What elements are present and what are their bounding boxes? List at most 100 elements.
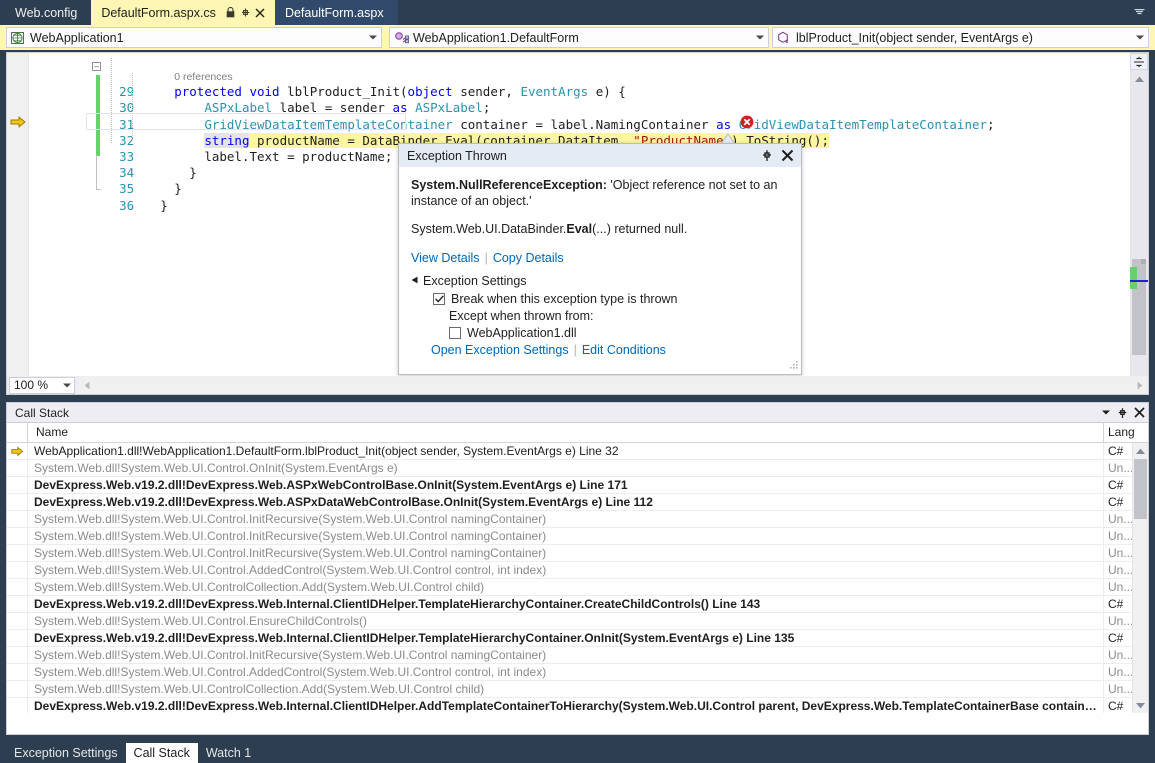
call-stack-frame-name: WebApplication1.dll!WebApplication1.Defa…	[28, 443, 1104, 459]
call-stack-row[interactable]: System.Web.dll!System.Web.UI.Control.Ini…	[7, 545, 1148, 562]
scroll-down-button[interactable]	[1133, 698, 1148, 713]
navbar-member-dropdown[interactable]: lblProduct_Init(object sender, EventArgs…	[772, 27, 1149, 48]
call-stack-row[interactable]: System.Web.dll!System.Web.UI.ControlColl…	[7, 579, 1148, 596]
document-tab-defaultform-aspx-cs[interactable]: DefaultForm.aspx.cs	[91, 0, 275, 25]
call-stack-row[interactable]: System.Web.dll!System.Web.UI.Control.Ens…	[7, 613, 1148, 630]
scrollbar-change-mark	[1130, 267, 1137, 289]
break-when-thrown-label: Break when this exception type is thrown	[451, 292, 678, 306]
chevron-down-icon[interactable]	[1132, 35, 1148, 40]
close-icon[interactable]	[777, 146, 797, 166]
horizontal-scroll-track[interactable]	[95, 377, 1132, 394]
call-stack-panel-header: Call Stack	[7, 403, 1148, 423]
scroll-up-button[interactable]	[1133, 443, 1148, 458]
exception-message: System.NullReferenceException: 'Object r…	[411, 177, 789, 209]
navbar-project-dropdown[interactable]: WebApplication1	[6, 27, 382, 48]
call-stack-row[interactable]: System.Web.dll!System.Web.UI.Control.OnI…	[7, 460, 1148, 477]
pin-icon[interactable]	[239, 6, 252, 20]
call-stack-frame-name: System.Web.dll!System.Web.UI.Control.OnI…	[28, 460, 1104, 476]
row-marker	[7, 579, 28, 595]
unsaved-change-bar	[96, 75, 100, 156]
call-stack-row[interactable]: System.Web.dll!System.Web.UI.Control.Ini…	[7, 528, 1148, 545]
exception-thrown-popup[interactable]: Exception Thrown System.NullReferenceExc…	[398, 143, 802, 375]
exception-detail-links: View Details|Copy Details	[411, 251, 789, 265]
exception-settings-section[interactable]: Exception Settings	[411, 274, 789, 288]
triangle-left-icon[interactable]	[79, 377, 95, 394]
call-stack-row[interactable]: DevExpress.Web.v19.2.dll!DevExpress.Web.…	[7, 494, 1148, 511]
call-stack-rows[interactable]: WebApplication1.dll!WebApplication1.Defa…	[7, 443, 1148, 713]
call-stack-scroll-thumb[interactable]	[1134, 459, 1147, 519]
close-icon[interactable]	[254, 6, 267, 20]
chevron-down-icon[interactable]	[59, 383, 74, 388]
call-stack-row[interactable]: System.Web.dll!System.Web.UI.Control.Add…	[7, 562, 1148, 579]
chevron-down-icon[interactable]	[1097, 404, 1114, 422]
resize-grip-icon[interactable]	[787, 358, 799, 373]
exception-popup-body: System.NullReferenceException: 'Object r…	[399, 167, 801, 357]
scrollbar-caret-mark	[1130, 280, 1148, 282]
error-circle-icon[interactable]	[740, 115, 754, 129]
call-stack-panel[interactable]: Call Stack Name Lang WebApplication1.dll…	[6, 402, 1149, 735]
call-stack-row[interactable]: System.Web.dll!System.Web.UI.ControlColl…	[7, 681, 1148, 698]
call-stack-frame-name: System.Web.dll!System.Web.UI.Control.Ens…	[28, 613, 1104, 629]
pin-icon[interactable]	[757, 146, 777, 166]
tab-call-stack[interactable]: Call Stack	[126, 743, 198, 763]
editor-indicator-margin[interactable]	[7, 53, 29, 394]
document-tab-web-config[interactable]: Web.config	[5, 0, 91, 25]
exception-settings-label: Exception Settings	[423, 274, 527, 288]
current-statement-arrow-icon	[10, 115, 27, 131]
code-line-30[interactable]: 30 ASPxLabel label = sender as ASPxLabel…	[28, 84, 1130, 100]
module-checkbox[interactable]	[449, 327, 461, 339]
close-icon[interactable]	[1131, 404, 1148, 422]
call-stack-row[interactable]: DevExpress.Web.v19.2.dll!DevExpress.Web.…	[7, 596, 1148, 613]
call-stack-row[interactable]: DevExpress.Web.v19.2.dll!DevExpress.Web.…	[7, 630, 1148, 647]
triangle-expanded-icon[interactable]	[411, 276, 423, 286]
module-exclusion-row[interactable]: WebApplication1.dll	[411, 326, 789, 340]
call-stack-row[interactable]: WebApplication1.dll!WebApplication1.Defa…	[7, 443, 1148, 460]
chevron-down-icon[interactable]	[752, 35, 768, 40]
code-line-29[interactable]: 29protected void lblProduct_Init(object …	[28, 68, 1130, 84]
row-marker	[7, 647, 28, 663]
break-when-thrown-row[interactable]: Break when this exception type is thrown	[411, 292, 789, 306]
row-marker	[7, 698, 28, 713]
view-details-link[interactable]: View Details	[411, 251, 480, 265]
tab-watch-1[interactable]: Watch 1	[198, 743, 259, 763]
except-when-thrown-from-label-row: Except when thrown from:	[411, 309, 789, 323]
code-line-31[interactable]: 31 GridViewDataItemTemplateContainer con…	[28, 100, 1130, 116]
collapse-region-toggle[interactable]: –	[92, 62, 101, 71]
open-exception-settings-link[interactable]: Open Exception Settings	[431, 343, 569, 357]
code-lens-references[interactable]: 0 references	[28, 53, 1130, 68]
chevron-down-icon[interactable]	[365, 35, 381, 40]
call-stack-column-headers: Name Lang	[7, 423, 1148, 443]
copy-details-link[interactable]: Copy Details	[493, 251, 564, 265]
call-stack-row[interactable]: DevExpress.Web.v19.2.dll!DevExpress.Web.…	[7, 477, 1148, 494]
call-stack-row[interactable]: System.Web.dll!System.Web.UI.Control.Add…	[7, 664, 1148, 681]
tab-overflow-button[interactable]	[1129, 0, 1149, 25]
tab-exception-settings[interactable]: Exception Settings	[6, 743, 126, 763]
row-marker	[7, 494, 28, 510]
call-stack-vertical-scrollbar[interactable]	[1132, 443, 1148, 713]
pin-icon[interactable]	[1114, 404, 1131, 422]
navbar-member-value: lblProduct_Init(object sender, EventArgs…	[796, 31, 1132, 45]
code-line-32[interactable]: 32 string productName = DataBinder.Eval(…	[28, 117, 1130, 133]
scroll-up-button[interactable]	[1130, 71, 1148, 86]
call-stack-frame-name: DevExpress.Web.v19.2.dll!DevExpress.Web.…	[28, 698, 1104, 713]
project-icon	[10, 30, 26, 46]
document-tab-defaultform-aspx[interactable]: DefaultForm.aspx	[275, 0, 398, 25]
break-when-thrown-checkbox[interactable]	[433, 293, 445, 305]
call-stack-row[interactable]: System.Web.dll!System.Web.UI.Control.Ini…	[7, 647, 1148, 664]
editor-zoom-dropdown[interactable]: 100 %	[9, 377, 75, 394]
call-stack-row[interactable]: DevExpress.Web.v19.2.dll!DevExpress.Web.…	[7, 698, 1148, 713]
editor-horizontal-scrollbar[interactable]	[79, 377, 1148, 394]
call-stack-row[interactable]: System.Web.dll!System.Web.UI.Control.Ini…	[7, 511, 1148, 528]
row-marker	[7, 664, 28, 680]
column-header-lang[interactable]: Lang	[1104, 423, 1148, 442]
editor-status-bar: 100 %	[6, 376, 1149, 395]
triangle-right-icon[interactable]	[1132, 377, 1148, 394]
column-header-marker[interactable]	[7, 423, 28, 442]
editor-vertical-scrollbar[interactable]	[1130, 53, 1148, 394]
split-view-icon[interactable]	[1130, 53, 1148, 70]
edit-conditions-link[interactable]: Edit Conditions	[582, 343, 666, 357]
column-header-name[interactable]: Name	[28, 423, 1104, 442]
navbar-type-dropdown[interactable]: WebApplication1.DefaultForm	[389, 27, 769, 48]
line-number: 36	[88, 198, 134, 214]
exception-detail: System.Web.UI.DataBinder.Eval(...) retur…	[411, 221, 789, 237]
